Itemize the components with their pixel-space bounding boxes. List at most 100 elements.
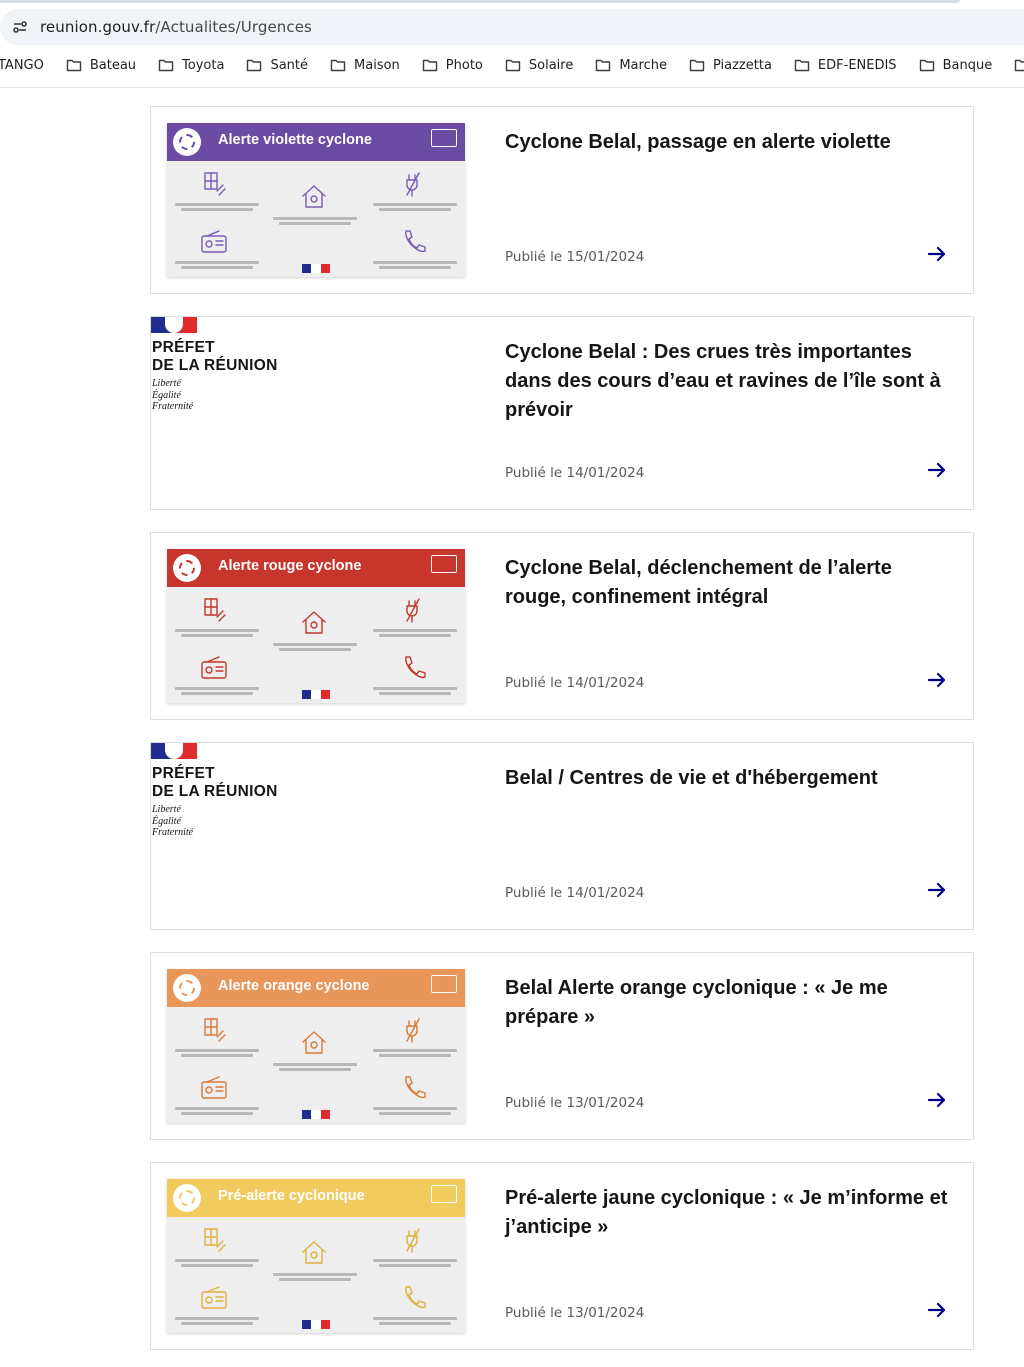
article-card[interactable]: PRÉFET DE LA RÉUNION Liberté Égalité Fratern… [150, 742, 974, 930]
infographic-phone-icon [399, 653, 429, 683]
infographic-caption [265, 215, 365, 227]
url-text[interactable]: reunion.gouv.fr/Actualites/Urgences [40, 18, 312, 36]
article-title[interactable]: Belal Alerte orange cyclonique : « Je me… [505, 974, 955, 1032]
article-date: Publié le 13/01/2024 [505, 1095, 645, 1111]
folder-icon [505, 58, 529, 72]
bookmark-item[interactable]: Piazzetta [689, 52, 772, 78]
site-info-icon[interactable] [11, 18, 29, 36]
infographic-caption [365, 259, 465, 271]
radio-icon [431, 129, 457, 147]
bookmark-item[interactable]: Toyota [158, 52, 224, 78]
article-card[interactable]: Alerte orange cyclone Belal Alerte orange… [150, 952, 974, 1140]
infographic-caption [365, 685, 465, 697]
folder-icon [689, 58, 713, 72]
alert-thumbnail: Alerte orange cyclone [167, 969, 465, 1123]
article-title[interactable]: Cyclone Belal, déclenchement de l’alerte… [505, 554, 955, 612]
arrow-right-icon[interactable] [925, 458, 949, 482]
bookmark-item[interactable]: Marche [595, 52, 667, 78]
article-title[interactable]: Pré-alerte jaune cyclonique : « Je m’inf… [505, 1184, 955, 1242]
bookmark-label: Solaire [528, 57, 574, 73]
logo-motto-liberte: Liberté [152, 378, 181, 389]
url-host: reunion.gouv.fr [40, 18, 156, 36]
article-date: Publié le 14/01/2024 [505, 465, 645, 481]
folder-icon [330, 58, 354, 72]
radio-icon [431, 555, 457, 573]
folder-icon[interactable] [1014, 58, 1024, 72]
bookmark-label: Santé [270, 57, 309, 73]
arrow-right-icon[interactable] [925, 1298, 949, 1322]
infographic-caption [365, 1105, 465, 1117]
french-flag-icon [302, 1320, 330, 1329]
french-flag-icon [302, 690, 330, 699]
alert-banner: Pré-alerte cyclonique [167, 1179, 465, 1217]
infographic-plug-icon [399, 595, 429, 625]
bookmark-item[interactable]: Bateau [66, 52, 136, 78]
infographic-phone-icon [399, 1283, 429, 1313]
bookmarks-bar: TANGO Bateau Toyota Santé Maison Photo Solaire… [0, 52, 1024, 78]
infographic-house-icon [299, 607, 329, 637]
bookmark-item[interactable]: Maison [330, 52, 400, 78]
alert-banner: Alerte orange cyclone [167, 969, 465, 1007]
infographic-radio-icon [199, 1073, 229, 1103]
folder-icon [422, 58, 446, 72]
infographic-phone-icon [399, 1073, 429, 1103]
infographic-phone-icon [399, 227, 429, 257]
infographic-caption [167, 259, 267, 271]
radio-icon [431, 1185, 457, 1203]
arrow-right-icon[interactable] [925, 878, 949, 902]
article-date: Publié le 15/01/2024 [505, 249, 645, 265]
bookmark-label: Piazzetta [712, 57, 772, 73]
prefecture-logo: PRÉFET DE LA RÉUNION Liberté Égalité Fratern… [151, 317, 351, 457]
bookmark-item[interactable]: Santé [246, 52, 308, 78]
alert-thumbnail: Pré-alerte cyclonique [167, 1179, 465, 1333]
alert-thumbnail: Alerte violette cyclone [167, 123, 465, 277]
infographic-window-icon [199, 595, 229, 625]
bookmark-item[interactable]: Solaire [505, 52, 573, 78]
arrow-right-icon[interactable] [925, 1088, 949, 1112]
infographic-caption [167, 1047, 267, 1059]
arrow-right-icon[interactable] [925, 242, 949, 266]
logo-line-reunion: DE LA RÉUNION [152, 783, 278, 800]
french-flag-icon [302, 264, 330, 273]
bookmark-item[interactable]: TANGO [0, 52, 44, 78]
logo-line-prefet: PRÉFET [152, 339, 215, 356]
article-title[interactable]: Cyclone Belal, passage en alerte violett… [505, 128, 955, 157]
article-card[interactable]: Alerte violette cyclone Cyclone Belal, pa… [150, 106, 974, 294]
infographic-caption [365, 627, 465, 639]
cyclone-icon [173, 974, 201, 1002]
logo-line-prefet: PRÉFET [152, 765, 215, 782]
alert-banner-title: Pré-alerte cyclonique [218, 1188, 365, 1204]
logo-motto-fraternite: Fraternité [152, 401, 194, 412]
bookmark-label: Photo [445, 57, 483, 73]
logo-line-reunion: DE LA RÉUNION [152, 357, 278, 374]
folder-icon [66, 58, 90, 72]
infographic-plug-icon [399, 169, 429, 199]
bookmark-item[interactable]: EDF-ENEDIS [794, 52, 897, 78]
bookmark-item[interactable]: Banque [919, 52, 993, 78]
alert-banner: Alerte rouge cyclone [167, 549, 465, 587]
bookmark-label: Banque [942, 57, 993, 73]
cyclone-icon [173, 128, 201, 156]
infographic-house-icon [299, 181, 329, 211]
article-card[interactable]: PRÉFET DE LA RÉUNION Liberté Égalité Fratern… [150, 316, 974, 510]
article-card[interactable]: Pré-alerte cyclonique Pré-alerte jaune cy… [150, 1162, 974, 1350]
arrow-right-icon[interactable] [925, 668, 949, 692]
infographic-window-icon [199, 169, 229, 199]
article-card[interactable]: Alerte rouge cyclone Cyclone Belal, décle… [150, 532, 974, 720]
logo-motto-egalite: Égalité [152, 815, 181, 827]
folder-icon [794, 58, 818, 72]
infographic-caption [365, 201, 465, 213]
infographic-window-icon [199, 1015, 229, 1045]
bookmark-item[interactable]: Photo [422, 52, 483, 78]
article-title[interactable]: Belal / Centres de vie et d'hébergement [505, 764, 955, 793]
address-bar[interactable]: reunion.gouv.fr/Actualites/Urgences [0, 9, 1024, 45]
bookmark-label: Bateau [89, 57, 137, 73]
cyclone-icon [173, 1184, 201, 1212]
french-flag-icon [302, 1110, 330, 1119]
infographic-caption [167, 627, 267, 639]
infographic-caption [167, 201, 267, 213]
article-title[interactable]: Cyclone Belal : Des crues très important… [505, 338, 955, 425]
folder-icon [919, 58, 943, 72]
radio-icon [431, 975, 457, 993]
folder-icon [246, 58, 270, 72]
